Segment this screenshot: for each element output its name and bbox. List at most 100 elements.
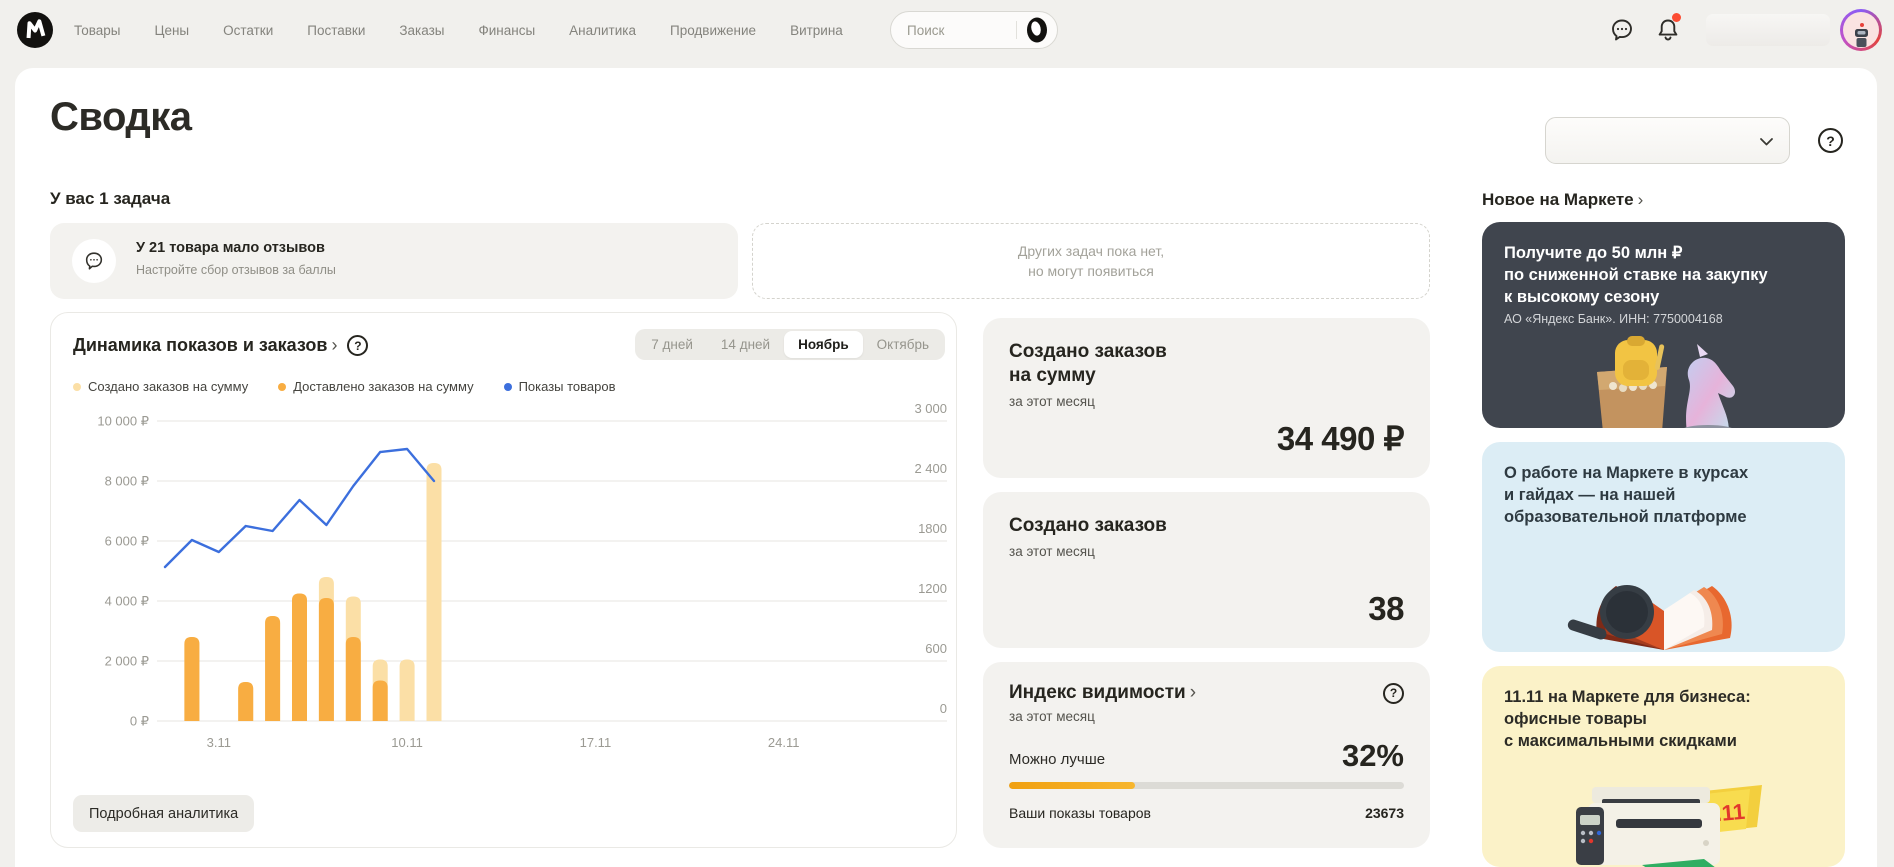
bar	[319, 598, 334, 721]
bar	[400, 660, 415, 722]
left-axis-label: 4 000 ₽	[105, 594, 149, 609]
legend-delivered-orders: Доставлено заказов на сумму	[278, 379, 473, 394]
chevron-right-icon: ›	[1190, 682, 1196, 703]
promo-card-1111-sale[interactable]: 11.11 на Маркете для бизнеса: офисные то…	[1482, 666, 1845, 867]
promo-card-bank-loan[interactable]: Получите до 50 млн ₽ по сниженной ставке…	[1482, 222, 1845, 428]
visibility-progress-track	[1009, 782, 1404, 789]
right-axis-label: 0	[940, 701, 947, 716]
avatar-robot-icon	[1851, 22, 1871, 48]
printer-illustration: 11.11	[1554, 777, 1774, 867]
chart-title-link[interactable]: Динамика показов и заказов›	[73, 335, 337, 356]
task-subtitle: Настройте сбор отзывов за баллы	[136, 263, 336, 277]
right-axis-label: 2 400	[914, 461, 947, 476]
tab-october[interactable]: Октябрь	[863, 331, 943, 358]
nav-item-postavki[interactable]: Поставки	[307, 23, 365, 38]
promo-line: О работе на Маркете в курсах	[1504, 462, 1823, 484]
notification-badge	[1672, 13, 1681, 22]
page-title: Сводка	[50, 95, 192, 140]
shopping-bag-unicorn-illustration	[1569, 334, 1759, 428]
promo-line: Получите до 50 млн ₽	[1504, 242, 1823, 264]
nav-item-analitika[interactable]: Аналитика	[569, 23, 636, 38]
right-axis-label: 600	[925, 641, 947, 656]
book-magnifier-illustration	[1559, 560, 1769, 652]
left-axis-label: 6 000 ₽	[105, 534, 149, 549]
visibility-grade-label: Можно лучше	[1009, 751, 1105, 774]
impressions-label: Ваши показы товаров	[1009, 805, 1151, 821]
topbar: Товары Цены Остатки Поставки Заказы Фина…	[0, 0, 1894, 60]
search-box[interactable]	[890, 11, 1058, 49]
task-card-reviews[interactable]: У 21 товара мало отзывов Настройте сбор …	[50, 223, 738, 299]
search-separator	[1016, 21, 1017, 39]
impressions-value: 23673	[1365, 805, 1404, 821]
legend-dot-impressions	[504, 383, 512, 391]
nav-item-zakazy[interactable]: Заказы	[399, 23, 444, 38]
bar	[427, 463, 442, 721]
market-news-heading-link[interactable]: Новое на Маркете›	[1482, 190, 1643, 210]
chevron-down-icon	[1758, 133, 1775, 150]
x-axis-label: 3.11	[207, 735, 231, 750]
profile-avatar[interactable]	[1840, 9, 1882, 51]
legend-created-orders: Создано заказов на сумму	[73, 379, 248, 394]
impressions-line	[165, 449, 434, 567]
no-more-tasks-placeholder: Других задач пока нет, но могут появитьс…	[752, 223, 1430, 299]
bar	[184, 637, 199, 721]
bar	[265, 616, 280, 721]
detailed-analytics-button[interactable]: Подробная аналитика	[73, 795, 254, 832]
chart-help-icon[interactable]: ?	[347, 335, 368, 356]
nav-item-finansy[interactable]: Финансы	[478, 23, 535, 38]
account-name-redacted[interactable]	[1706, 14, 1830, 46]
nav-item-prodvizhenie[interactable]: Продвижение	[670, 23, 756, 38]
x-axis-label: 24.11	[768, 735, 800, 750]
legend-impressions: Показы товаров	[504, 379, 616, 394]
nav-item-tseny[interactable]: Цены	[154, 23, 189, 38]
empty-line-2: но могут появиться	[1028, 261, 1154, 281]
dynamics-chart: 10 000 ₽3 0008 000 ₽2 4006 000 ₽18004 00…	[61, 401, 949, 773]
bar	[346, 637, 361, 721]
right-axis-label: 3 000	[914, 401, 947, 416]
promo-card-education[interactable]: О работе на Маркете в курсах и гайдах — …	[1482, 442, 1845, 652]
visibility-period: за этот месяц	[1009, 709, 1404, 724]
search-input[interactable]	[907, 23, 999, 38]
yandex-market-logo-icon[interactable]	[16, 11, 54, 49]
tab-7-days[interactable]: 7 дней	[637, 331, 707, 358]
card-title-line: Создано заказов	[1009, 514, 1404, 538]
nav-item-vitrina[interactable]: Витрина	[790, 23, 843, 38]
card-title-line: Создано заказов	[1009, 340, 1404, 364]
card-period: за этот месяц	[1009, 544, 1404, 559]
legend-dot-delivered	[278, 383, 286, 391]
main-nav: Товары Цены Остатки Поставки Заказы Фина…	[74, 0, 843, 60]
visibility-title-link[interactable]: Индекс видимости›	[1009, 682, 1196, 704]
visibility-index-card: Индекс видимости› ? за этот месяц Можно …	[983, 662, 1430, 848]
promo-line: и гайдах — на нашей	[1504, 484, 1823, 506]
chevron-right-icon: ›	[1638, 190, 1644, 209]
left-axis-label: 10 000 ₽	[97, 414, 149, 429]
card-title-line: на сумму	[1009, 364, 1404, 388]
visibility-value: 32%	[1342, 738, 1404, 774]
x-axis-label: 10.11	[391, 735, 423, 750]
bar	[373, 681, 388, 722]
right-axis-label: 1200	[918, 581, 947, 596]
tab-november[interactable]: Ноябрь	[784, 331, 863, 358]
tab-14-days[interactable]: 14 дней	[707, 331, 784, 358]
left-axis-label: 8 000 ₽	[105, 474, 149, 489]
legend-dot-created	[73, 383, 81, 391]
yandex-search-icon[interactable]	[1025, 16, 1049, 44]
business-selector-dropdown[interactable]	[1545, 117, 1790, 164]
visibility-progress-fill	[1009, 782, 1135, 789]
nav-item-tovary[interactable]: Товары	[74, 23, 120, 38]
review-bubble-icon	[72, 239, 116, 283]
chart-legend: Создано заказов на сумму Доставлено зака…	[73, 379, 616, 394]
promo-line: образовательной платформе	[1504, 506, 1823, 528]
empty-line-1: Других задач пока нет,	[1018, 241, 1164, 261]
created-orders-sum-card: Создано заказовна сумму за этот месяц 34…	[983, 318, 1430, 478]
visibility-help-icon[interactable]: ?	[1383, 683, 1404, 704]
left-axis-label: 2 000 ₽	[105, 654, 149, 669]
promo-line: по сниженной ставке на закупку	[1504, 264, 1823, 286]
page-help-icon[interactable]: ?	[1818, 128, 1843, 153]
promo-line: к высокому сезону	[1504, 286, 1823, 308]
nav-item-ostatki[interactable]: Остатки	[223, 23, 273, 38]
chat-icon[interactable]	[1608, 16, 1636, 44]
left-axis-label: 0 ₽	[130, 714, 149, 729]
created-orders-count-value: 38	[1368, 590, 1404, 628]
promo-line: с максимальными скидками	[1504, 730, 1823, 752]
